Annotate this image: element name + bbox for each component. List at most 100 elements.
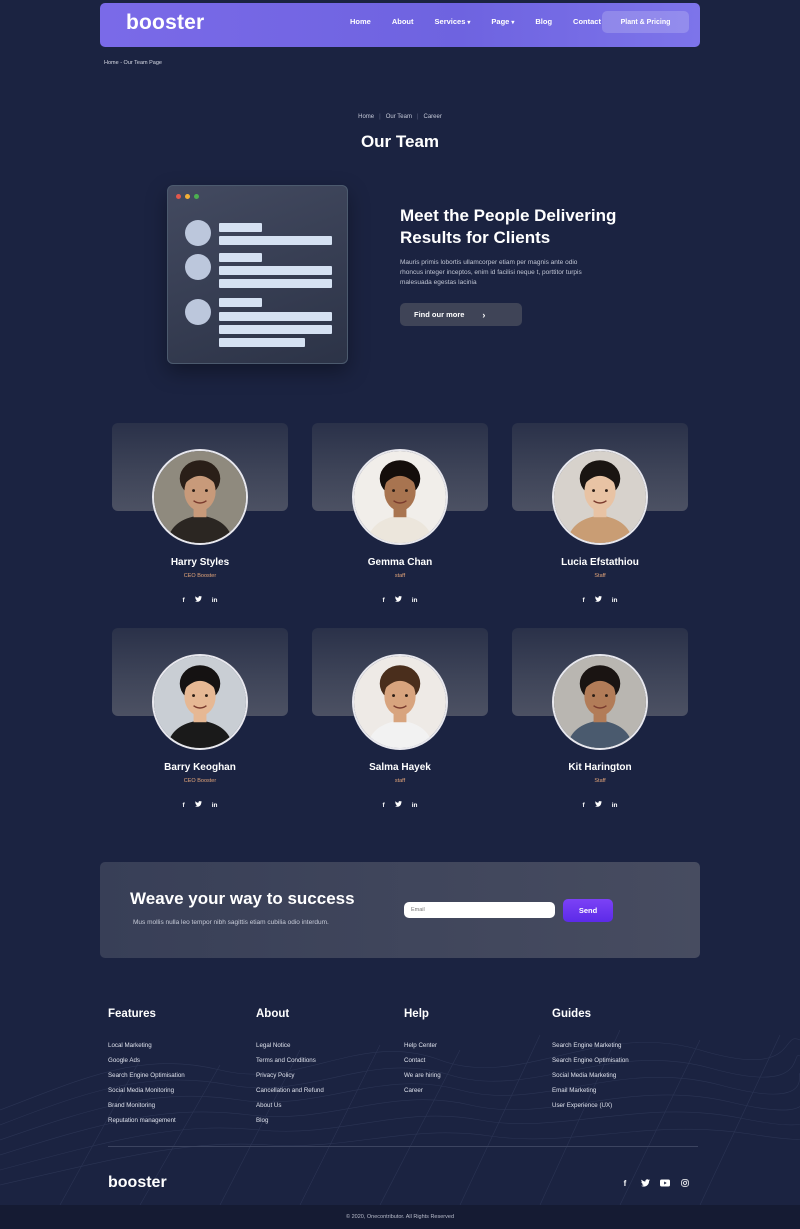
find-out-more-button[interactable]: Find our more › <box>400 303 522 326</box>
linkedin-icon[interactable]: in <box>212 802 218 809</box>
twitter-icon[interactable] <box>394 801 402 809</box>
breadcrumb: Home | Our Team | Career <box>0 114 800 120</box>
pricing-button[interactable]: Plant & Pricing <box>602 11 689 33</box>
breadcrumb-career[interactable]: Career <box>419 114 447 120</box>
footer-link[interactable]: Email Marketing <box>552 1087 629 1102</box>
facebook-icon[interactable]: f <box>620 1179 630 1189</box>
copyright: © 2020, Onecontributor. All Rights Reser… <box>0 1205 800 1229</box>
footer-link[interactable]: About Us <box>256 1102 324 1117</box>
footer-column: About Legal Notice Terms and Conditions Pri… <box>256 1008 324 1132</box>
member-role: staff <box>394 573 406 579</box>
nav-link-home[interactable]: Home <box>350 17 371 26</box>
linkedin-icon[interactable]: in <box>612 802 618 809</box>
linkedin-icon[interactable]: in <box>412 802 418 809</box>
nav-link-about[interactable]: About <box>392 17 414 26</box>
twitter-icon-glyph <box>594 596 602 602</box>
facebook-icon[interactable]: f <box>383 597 385 604</box>
footer-link[interactable]: We are hiring <box>404 1072 441 1087</box>
member-name: Salma Hayek <box>369 762 431 773</box>
member-photo <box>352 654 448 750</box>
footer-link[interactable]: Social Media Marketing <box>552 1072 629 1087</box>
footer-column-title: Guides <box>552 1008 591 1020</box>
youtube-icon[interactable] <box>660 1179 670 1189</box>
newsletter-section: Weave your way to success Mus mollis nul… <box>100 862 700 958</box>
member-portrait <box>554 451 646 543</box>
facebook-icon[interactable]: f <box>583 802 585 809</box>
footer-link[interactable]: User Experience (UX) <box>552 1102 629 1117</box>
nav-link-page[interactable]: Page ▾ <box>491 17 514 26</box>
twitter-icon[interactable] <box>194 596 202 604</box>
member-socials: f in <box>112 794 288 812</box>
footer-social-icons: f <box>620 1179 700 1189</box>
twitter-icon[interactable] <box>394 596 402 604</box>
nav-link-blog[interactable]: Blog <box>535 17 552 26</box>
twitter-icon[interactable] <box>640 1179 650 1189</box>
member-photo <box>352 449 448 545</box>
twitter-icon-glyph <box>394 596 402 602</box>
twitter-icon-glyph <box>194 596 202 602</box>
footer-link[interactable]: Search Engine Optimisation <box>108 1072 185 1087</box>
member-portrait <box>354 451 446 543</box>
footer-link[interactable]: Career <box>404 1087 441 1102</box>
chevron-down-icon: ▾ <box>511 20 515 26</box>
footer-link[interactable]: Brand Monitoring <box>108 1102 185 1117</box>
footer-column-title: Help <box>404 1008 429 1020</box>
facebook-icon[interactable]: f <box>183 802 185 809</box>
footer-link[interactable]: Help Center <box>404 1042 441 1057</box>
footer-link[interactable]: Local Marketing <box>108 1042 185 1057</box>
nav-link-services-label: Services <box>434 17 466 26</box>
brand-logo[interactable]: booster <box>126 11 204 35</box>
youtube-icon-glyph <box>660 1179 670 1187</box>
footer-link[interactable]: Google Ads <box>108 1057 185 1072</box>
nav-link-contact[interactable]: Contact <box>573 17 601 26</box>
member-role: Staff <box>594 573 606 579</box>
email-input[interactable] <box>404 902 555 918</box>
find-out-more-label: Find our more <box>414 310 465 319</box>
facebook-icon[interactable]: f <box>383 802 385 809</box>
linkedin-icon[interactable]: in <box>412 597 418 604</box>
footer-divider <box>108 1146 698 1147</box>
instagram-icon[interactable] <box>680 1179 690 1189</box>
member-name: Gemma Chan <box>367 557 433 568</box>
linkedin-icon[interactable]: in <box>612 597 618 604</box>
footer-link[interactable]: Privacy Policy <box>256 1072 324 1087</box>
hero-description: Mauris primis lobortis ullamcorper etiam… <box>400 259 582 286</box>
footer-link[interactable]: Contact <box>404 1057 441 1072</box>
linkedin-icon[interactable]: in <box>212 597 218 604</box>
footer-link[interactable]: Reputation management <box>108 1117 185 1132</box>
user-icon <box>185 299 211 325</box>
member-role: CEO Booster <box>183 778 217 784</box>
footer-link[interactable]: Search Engine Optimisation <box>552 1057 629 1072</box>
member-socials: f in <box>112 589 288 607</box>
facebook-icon[interactable]: f <box>183 597 185 604</box>
footer-link[interactable]: Blog <box>256 1117 324 1132</box>
twitter-icon-glyph <box>594 801 602 807</box>
footer-logo[interactable]: booster <box>108 1174 167 1192</box>
member-socials: f in <box>312 589 488 607</box>
window-dot-red <box>176 194 181 199</box>
footer-link[interactable]: Cancellation and Refund <box>256 1087 324 1102</box>
breadcrumb-our-team[interactable]: Our Team <box>381 114 417 120</box>
placeholder-bar <box>219 223 262 232</box>
send-button[interactable]: Send <box>563 899 613 922</box>
placeholder-bar <box>219 279 332 288</box>
member-portrait <box>354 656 446 748</box>
breadcrumb-home[interactable]: Home <box>353 114 379 120</box>
placeholder-bar <box>219 338 305 347</box>
footer-link[interactable]: Legal Notice <box>256 1042 324 1057</box>
twitter-icon[interactable] <box>194 801 202 809</box>
member-photo <box>152 654 248 750</box>
user-icon <box>185 220 211 246</box>
footer-link[interactable]: Terms and Conditions <box>256 1057 324 1072</box>
member-name: Barry Keoghan <box>164 762 236 773</box>
twitter-icon-glyph <box>194 801 202 807</box>
facebook-icon[interactable]: f <box>583 597 585 604</box>
twitter-icon[interactable] <box>594 596 602 604</box>
twitter-icon[interactable] <box>594 801 602 809</box>
member-socials: f in <box>512 589 688 607</box>
placeholder-bar <box>219 325 332 334</box>
nav-link-services[interactable]: Services ▾ <box>435 17 471 26</box>
nav-link-page-label: Page <box>491 17 510 26</box>
footer-link[interactable]: Search Engine Marketing <box>552 1042 629 1057</box>
footer-link[interactable]: Social Media Monitoring <box>108 1087 185 1102</box>
